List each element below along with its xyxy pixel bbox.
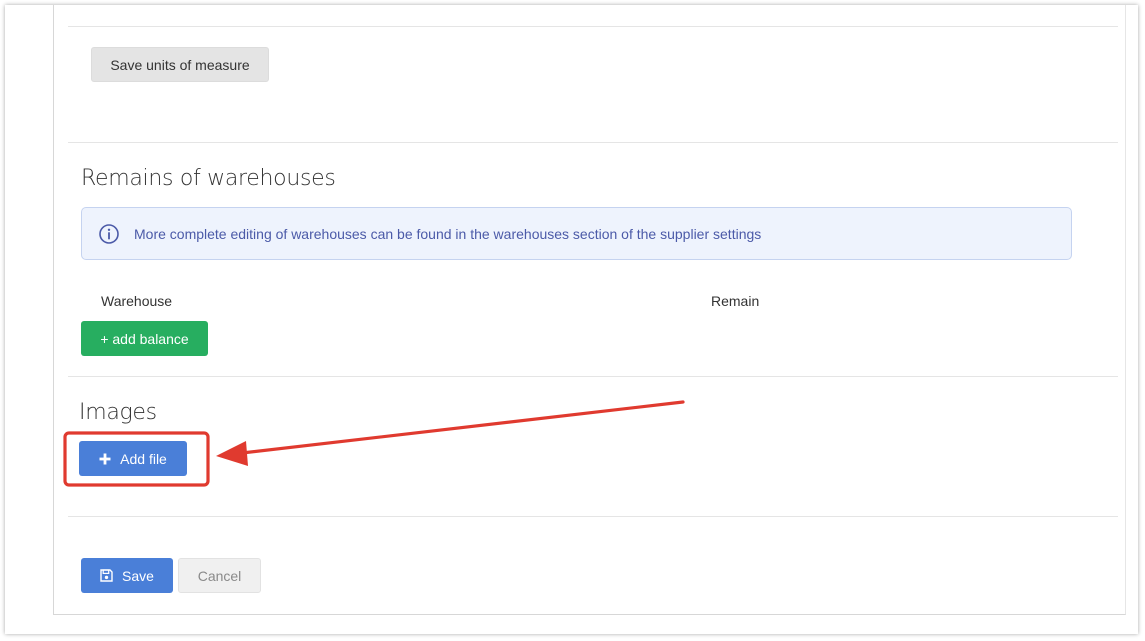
save-button[interactable]: Save [81, 558, 173, 593]
pointer-arrow-line [240, 400, 685, 455]
floppy-disk-icon [100, 569, 113, 582]
cancel-button[interactable]: Cancel [178, 558, 261, 593]
divider [68, 516, 1118, 517]
annotation-overlay [63, 400, 685, 487]
save-label: Save [122, 567, 154, 584]
highlight-box [63, 431, 210, 487]
pointer-arrow-head [216, 441, 248, 466]
